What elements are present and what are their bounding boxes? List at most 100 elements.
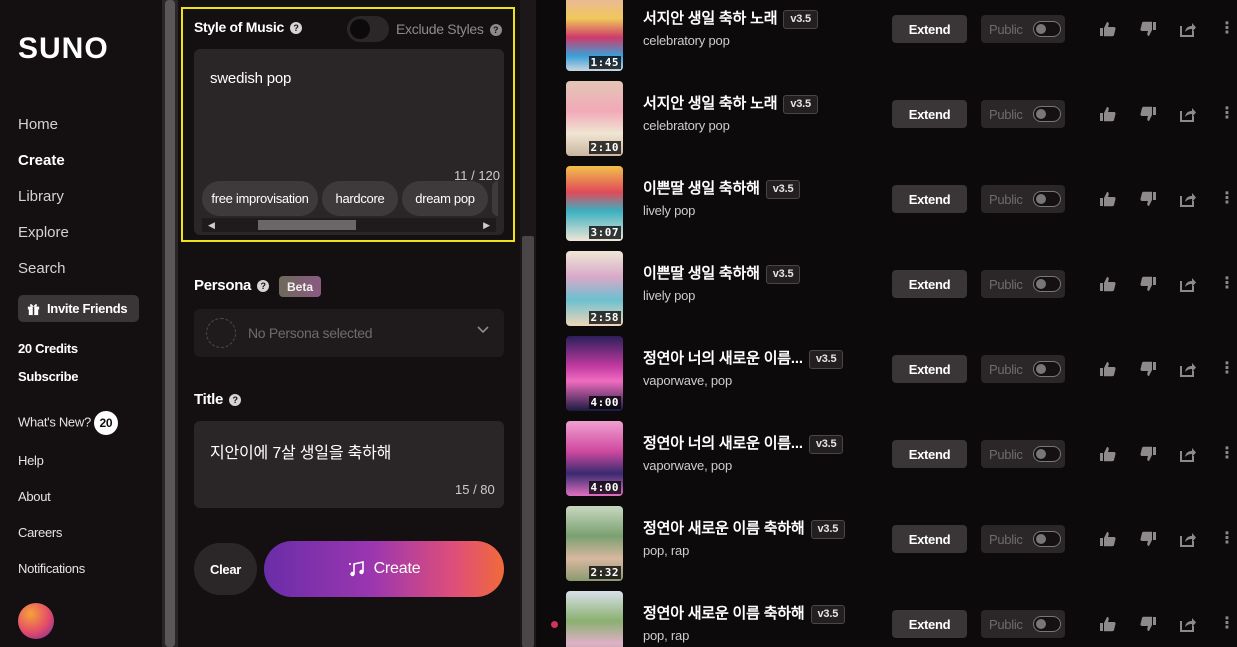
thumbs-up-icon[interactable] — [1099, 105, 1117, 123]
more-options-icon[interactable]: ⋮ — [1219, 361, 1235, 377]
share-icon[interactable] — [1179, 275, 1197, 293]
thumbs-down-icon[interactable] — [1139, 105, 1157, 123]
extend-button[interactable]: Extend — [892, 100, 967, 128]
public-toggle[interactable] — [1033, 446, 1061, 462]
more-options-icon[interactable]: ⋮ — [1219, 531, 1235, 547]
song-title[interactable]: 정연아 새로운 이름 축하해 v3.5 — [643, 517, 846, 539]
public-toggle[interactable] — [1033, 21, 1061, 37]
help-link[interactable]: Help — [18, 453, 44, 468]
song-duration: 3:07 — [588, 226, 621, 239]
chevron-down-icon[interactable] — [476, 322, 490, 339]
public-label: Public — [989, 276, 1023, 292]
public-toggle-button[interactable]: Public — [981, 440, 1065, 468]
suno-logo[interactable]: SUNO — [18, 32, 109, 66]
thumbs-down-icon[interactable] — [1139, 275, 1157, 293]
thumbs-up-icon[interactable] — [1099, 445, 1117, 463]
song-cover[interactable]: 2:58 — [566, 251, 623, 326]
song-title[interactable]: 이쁜딸 생일 축하해 v3.5 — [643, 262, 801, 284]
panel-scroll-thumb[interactable] — [522, 236, 534, 647]
thumbs-down-icon[interactable] — [1139, 615, 1157, 633]
thumbs-down-icon[interactable] — [1139, 20, 1157, 38]
careers-link[interactable]: Careers — [18, 525, 62, 540]
public-toggle[interactable] — [1033, 531, 1061, 547]
song-title[interactable]: 정연아 새로운 이름 축하해 v3.5 — [643, 602, 846, 624]
nav-create[interactable]: Create — [18, 152, 65, 169]
nav-explore[interactable]: Explore — [18, 224, 69, 241]
song-cover[interactable]: 2:32 — [566, 506, 623, 581]
nav-library[interactable]: Library — [18, 188, 64, 205]
public-toggle-button[interactable]: Public — [981, 15, 1065, 43]
public-toggle-button[interactable]: Public — [981, 100, 1065, 128]
invite-friends-button[interactable]: Invite Friends — [18, 295, 139, 322]
user-avatar[interactable] — [18, 603, 54, 639]
thumbs-down-icon[interactable] — [1139, 530, 1157, 548]
extend-button[interactable]: Extend — [892, 440, 967, 468]
share-icon[interactable] — [1179, 530, 1197, 548]
thumbs-up-icon[interactable] — [1099, 615, 1117, 633]
thumbs-down-icon[interactable] — [1139, 360, 1157, 378]
song-title-text: 서지안 생일 축하 노래 — [643, 95, 778, 112]
thumbs-up-icon[interactable] — [1099, 20, 1117, 38]
help-icon[interactable]: ? — [257, 280, 270, 293]
thumbs-up-icon[interactable] — [1099, 530, 1117, 548]
extend-button[interactable]: Extend — [892, 355, 967, 383]
extend-button[interactable]: Extend — [892, 185, 967, 213]
about-link[interactable]: About — [18, 489, 51, 504]
thumbs-up-icon[interactable] — [1099, 360, 1117, 378]
song-title[interactable]: 서지안 생일 축하 노래 v3.5 — [643, 92, 818, 114]
song-cover[interactable]: 4:00 — [566, 421, 623, 496]
help-icon[interactable]: ? — [229, 394, 242, 407]
public-toggle[interactable] — [1033, 191, 1061, 207]
sidebar-scrollbar[interactable] — [162, 0, 178, 647]
version-badge: v3.5 — [765, 264, 801, 284]
public-toggle[interactable] — [1033, 616, 1061, 632]
nav-search[interactable]: Search — [18, 260, 66, 277]
nav-home[interactable]: Home — [18, 116, 58, 133]
more-options-icon[interactable]: ⋮ — [1219, 616, 1235, 632]
extend-button[interactable]: Extend — [892, 270, 967, 298]
subscribe-link[interactable]: Subscribe — [18, 369, 78, 384]
song-cover[interactable]: 1:45 — [566, 0, 623, 71]
song-title[interactable]: 서지안 생일 축하 노래 v3.5 — [643, 7, 818, 29]
clear-button[interactable]: Clear — [194, 543, 257, 595]
more-options-icon[interactable]: ⋮ — [1219, 446, 1235, 462]
share-icon[interactable] — [1179, 615, 1197, 633]
more-options-icon[interactable]: ⋮ — [1219, 191, 1235, 207]
share-icon[interactable] — [1179, 190, 1197, 208]
public-toggle[interactable] — [1033, 106, 1061, 122]
notifications-link[interactable]: Notifications — [18, 561, 85, 576]
song-style: pop, rap — [643, 628, 690, 643]
more-options-icon[interactable]: ⋮ — [1219, 21, 1235, 37]
song-title[interactable]: 이쁜딸 생일 축하해 v3.5 — [643, 177, 801, 199]
public-toggle[interactable] — [1033, 361, 1061, 377]
song-cover[interactable]: 3:07 — [566, 166, 623, 241]
share-icon[interactable] — [1179, 445, 1197, 463]
gift-icon — [27, 304, 40, 316]
create-button[interactable]: Create — [264, 541, 504, 597]
public-toggle-button[interactable]: Public — [981, 355, 1065, 383]
public-toggle-button[interactable]: Public — [981, 525, 1065, 553]
thumbs-up-icon[interactable] — [1099, 190, 1117, 208]
song-cover[interactable] — [566, 591, 623, 647]
more-options-icon[interactable]: ⋮ — [1219, 276, 1235, 292]
extend-button[interactable]: Extend — [892, 525, 967, 553]
public-toggle-button[interactable]: Public — [981, 270, 1065, 298]
song-title[interactable]: 정연아 너의 새로운 이름... v3.5 — [643, 432, 844, 454]
extend-button[interactable]: Extend — [892, 610, 967, 638]
public-toggle-button[interactable]: Public — [981, 610, 1065, 638]
song-title[interactable]: 정연아 너의 새로운 이름... v3.5 — [643, 347, 844, 369]
share-icon[interactable] — [1179, 105, 1197, 123]
extend-button[interactable]: Extend — [892, 15, 967, 43]
sidebar-scroll-thumb[interactable] — [165, 0, 175, 647]
thumbs-down-icon[interactable] — [1139, 190, 1157, 208]
whats-new-link[interactable]: What's New? 20 — [18, 411, 118, 435]
public-toggle[interactable] — [1033, 276, 1061, 292]
thumbs-down-icon[interactable] — [1139, 445, 1157, 463]
song-cover[interactable]: 2:10 — [566, 81, 623, 156]
thumbs-up-icon[interactable] — [1099, 275, 1117, 293]
public-toggle-button[interactable]: Public — [981, 185, 1065, 213]
share-icon[interactable] — [1179, 360, 1197, 378]
share-icon[interactable] — [1179, 20, 1197, 38]
song-cover[interactable]: 4:00 — [566, 336, 623, 411]
more-options-icon[interactable]: ⋮ — [1219, 106, 1235, 122]
